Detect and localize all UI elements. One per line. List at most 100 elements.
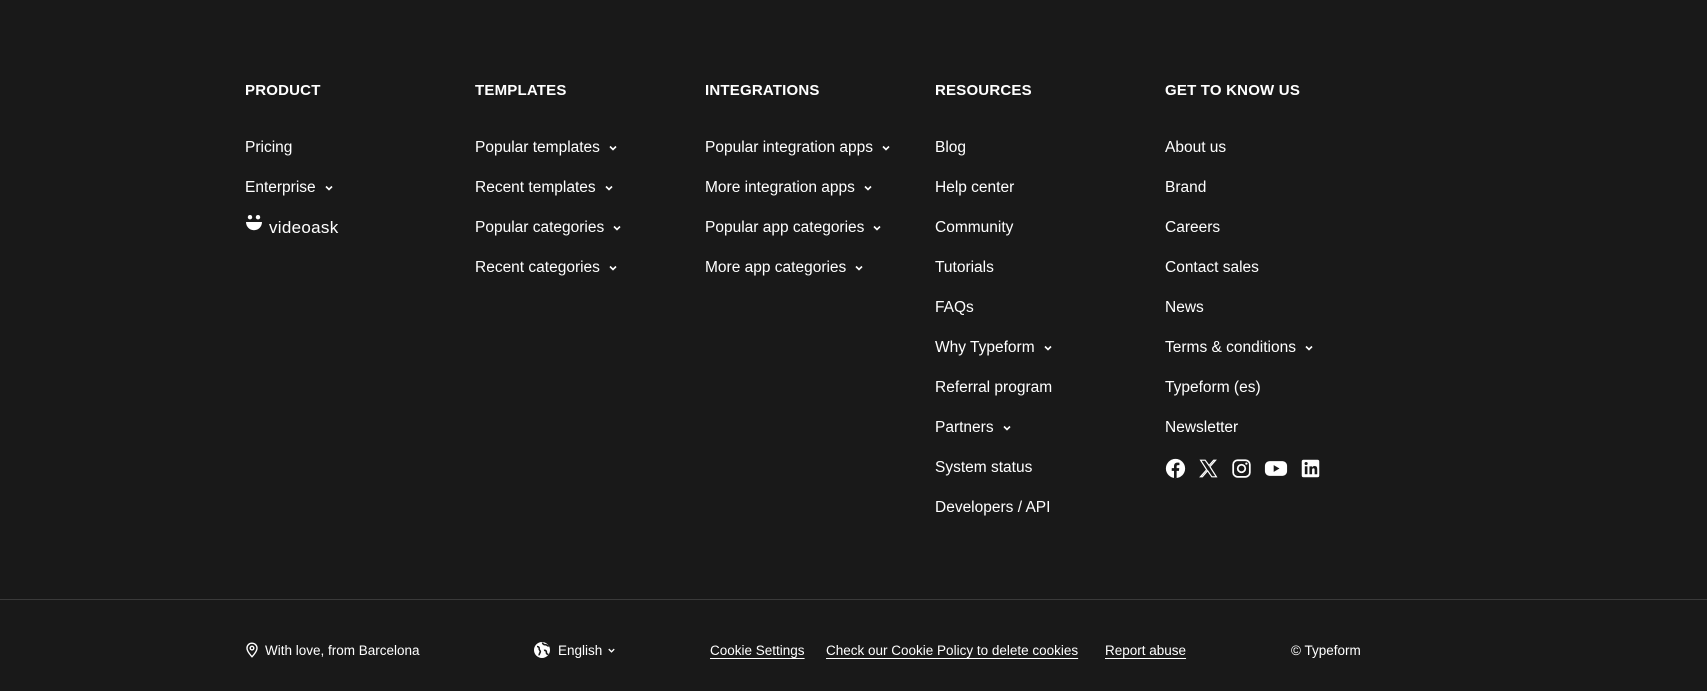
- footer-link-more-integration-apps[interactable]: More integration apps: [705, 168, 935, 208]
- footer-link-faqs[interactable]: FAQs: [935, 288, 1165, 328]
- footer-link-label[interactable]: Pricing: [245, 128, 292, 168]
- footer-column-templates: TEMPLATES Popular templates Recent templat…: [475, 82, 705, 528]
- footer-link-label[interactable]: More integration apps: [705, 168, 855, 208]
- x-twitter-icon[interactable]: [1198, 458, 1219, 479]
- chevron-down-icon[interactable]: [1043, 343, 1053, 353]
- copyright: © Typeform: [1291, 640, 1361, 660]
- footer-link-list: About us Brand Careers Contact sales News Ter…: [1165, 128, 1395, 488]
- footer-link-terms-conditions[interactable]: Terms & conditions: [1165, 328, 1395, 368]
- footer-column-title: PRODUCT: [245, 82, 321, 99]
- footer-link-newsletter[interactable]: Newsletter: [1165, 408, 1395, 448]
- footer-link-label[interactable]: Blog: [935, 128, 966, 168]
- footer-link-label[interactable]: System status: [935, 448, 1032, 488]
- footer-link-label[interactable]: Popular templates: [475, 128, 600, 168]
- footer-link-label[interactable]: Community: [935, 208, 1013, 248]
- footer-link-label[interactable]: Brand: [1165, 168, 1206, 208]
- language-selector[interactable]: English: [533, 640, 616, 660]
- chevron-down-icon[interactable]: [608, 143, 618, 153]
- footer-link-label[interactable]: Contact sales: [1165, 248, 1259, 288]
- globe-icon: [533, 641, 551, 659]
- footer-column-get-to-know-us: GET TO KNOW US About us Brand Careers Contac…: [1165, 82, 1395, 528]
- cookie-policy-label[interactable]: Check our Cookie Policy to delete cookie…: [826, 643, 1078, 658]
- location-note: With love, from Barcelona: [245, 640, 420, 660]
- footer-link-careers[interactable]: Careers: [1165, 208, 1395, 248]
- footer-link-label[interactable]: Tutorials: [935, 248, 994, 288]
- footer-link-list: Blog Help center Community Tutorials FAQs Why…: [935, 128, 1165, 528]
- chevron-down-icon[interactable]: [863, 183, 873, 193]
- footer-column-product: PRODUCT Pricing Enterprise videoask: [245, 82, 475, 528]
- report-abuse-link[interactable]: Report abuse: [1105, 640, 1186, 660]
- footer-link-label[interactable]: Why Typeform: [935, 328, 1035, 368]
- chevron-down-icon[interactable]: [608, 263, 618, 273]
- footer-link-referral-program[interactable]: Referral program: [935, 368, 1165, 408]
- footer-link-enterprise[interactable]: Enterprise: [245, 168, 475, 208]
- footer-link-label[interactable]: Recent templates: [475, 168, 596, 208]
- footer-link-label[interactable]: Popular app categories: [705, 208, 864, 248]
- footer-link-label[interactable]: Careers: [1165, 208, 1220, 248]
- footer-link-label[interactable]: Newsletter: [1165, 408, 1238, 448]
- instagram-icon[interactable]: [1231, 458, 1252, 479]
- footer-link-label[interactable]: More app categories: [705, 248, 846, 288]
- footer-link-more-app-categories[interactable]: More app categories: [705, 248, 935, 288]
- footer-link-label[interactable]: Terms & conditions: [1165, 328, 1296, 368]
- facebook-icon[interactable]: [1165, 458, 1186, 479]
- cookie-settings-link[interactable]: Cookie Settings: [710, 640, 805, 660]
- footer-link-tutorials[interactable]: Tutorials: [935, 248, 1165, 288]
- cookie-settings-label[interactable]: Cookie Settings: [710, 643, 805, 658]
- footer-link-news[interactable]: News: [1165, 288, 1395, 328]
- chevron-down-icon[interactable]: [854, 263, 864, 273]
- videoask-wordmark: videoask: [269, 218, 339, 237]
- footer-link-popular-templates[interactable]: Popular templates: [475, 128, 705, 168]
- footer-column-integrations: INTEGRATIONS Popular integration apps More…: [705, 82, 935, 528]
- social-links: [1165, 448, 1395, 488]
- chevron-down-icon[interactable]: [881, 143, 891, 153]
- linkedin-icon[interactable]: [1300, 458, 1321, 479]
- footer-link-label[interactable]: Enterprise: [245, 168, 316, 208]
- footer-link-label[interactable]: Recent categories: [475, 248, 600, 288]
- videoask-logo[interactable]: videoask: [245, 208, 339, 248]
- footer-link-label[interactable]: Typeform (es): [1165, 368, 1261, 408]
- footer-link-why-typeform[interactable]: Why Typeform: [935, 328, 1165, 368]
- footer-link-label[interactable]: Referral program: [935, 368, 1052, 408]
- footer-link-about-us[interactable]: About us: [1165, 128, 1395, 168]
- youtube-icon[interactable]: [1264, 458, 1288, 479]
- footer-link-popular-categories[interactable]: Popular categories: [475, 208, 705, 248]
- cookie-policy-link[interactable]: Check our Cookie Policy to delete cookie…: [826, 640, 1078, 660]
- footer-column-resources: RESOURCES Blog Help center Community Tutoria…: [935, 82, 1165, 528]
- footer-link-recent-categories[interactable]: Recent categories: [475, 248, 705, 288]
- footer-link-label[interactable]: News: [1165, 288, 1204, 328]
- footer-link-popular-integration-apps[interactable]: Popular integration apps: [705, 128, 935, 168]
- footer-link-pricing[interactable]: Pricing: [245, 128, 475, 168]
- footer-link-brand[interactable]: Brand: [1165, 168, 1395, 208]
- chevron-down-icon[interactable]: [1002, 423, 1012, 433]
- site-footer: PRODUCT Pricing Enterprise videoask TEMPLATE…: [0, 0, 1707, 691]
- footer-link-label[interactable]: Partners: [935, 408, 994, 448]
- chevron-down-icon[interactable]: [872, 223, 882, 233]
- footer-column-title: TEMPLATES: [475, 82, 567, 99]
- footer-link-partners[interactable]: Partners: [935, 408, 1165, 448]
- chevron-down-icon[interactable]: [324, 183, 334, 193]
- footer-link-recent-templates[interactable]: Recent templates: [475, 168, 705, 208]
- chevron-down-icon[interactable]: [1304, 343, 1314, 353]
- location-text: With love, from Barcelona: [265, 642, 420, 658]
- footer-link-label[interactable]: About us: [1165, 128, 1226, 168]
- footer-link-blog[interactable]: Blog: [935, 128, 1165, 168]
- footer-link-developers-api[interactable]: Developers / API: [935, 488, 1165, 528]
- chevron-down-icon[interactable]: [612, 223, 622, 233]
- footer-link-label[interactable]: Popular categories: [475, 208, 604, 248]
- footer-link-community[interactable]: Community: [935, 208, 1165, 248]
- footer-link-help-center[interactable]: Help center: [935, 168, 1165, 208]
- footer-link-label[interactable]: FAQs: [935, 288, 974, 328]
- videoask-logo-icon: [245, 208, 263, 248]
- footer-link-typeform-es[interactable]: Typeform (es): [1165, 368, 1395, 408]
- videoask-link[interactable]: videoask: [245, 208, 475, 248]
- footer-link-popular-app-categories[interactable]: Popular app categories: [705, 208, 935, 248]
- footer-link-label[interactable]: Popular integration apps: [705, 128, 873, 168]
- report-abuse-label[interactable]: Report abuse: [1105, 643, 1186, 658]
- footer-link-label[interactable]: Developers / API: [935, 488, 1050, 528]
- footer-link-label[interactable]: Help center: [935, 168, 1014, 208]
- footer-link-system-status[interactable]: System status: [935, 448, 1165, 488]
- footer-columns: PRODUCT Pricing Enterprise videoask TEMPLATE…: [245, 82, 1395, 528]
- footer-link-contact-sales[interactable]: Contact sales: [1165, 248, 1395, 288]
- chevron-down-icon[interactable]: [604, 183, 614, 193]
